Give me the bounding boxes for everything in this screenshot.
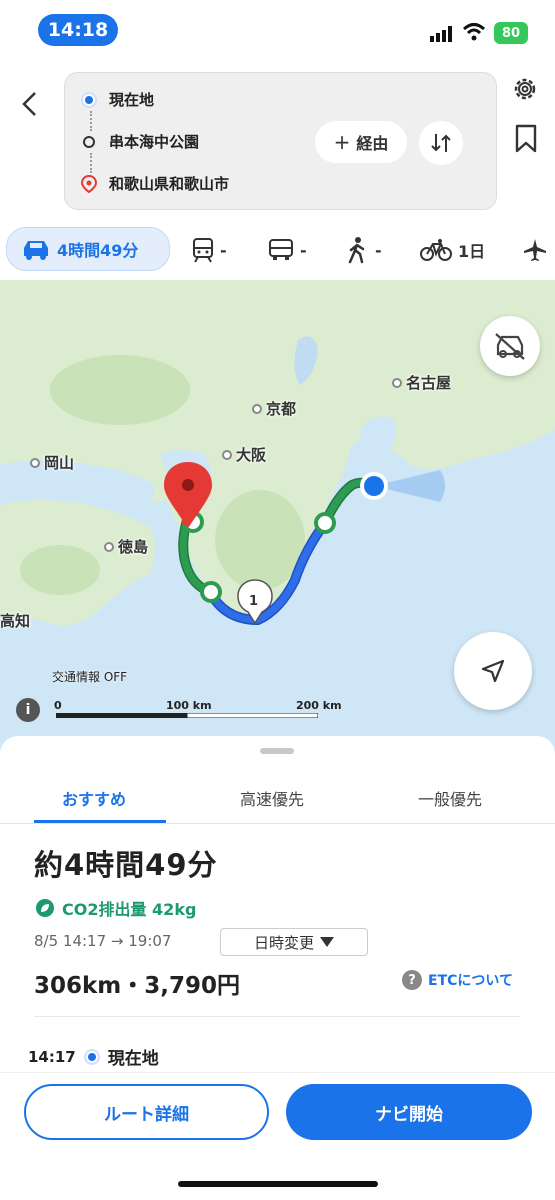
navigation-arrow-icon xyxy=(481,659,505,683)
etc-link-label: ETCについて xyxy=(428,973,513,989)
co2-emission: CO2排出量 42kg xyxy=(36,896,196,920)
scale-label-end: 200 km xyxy=(296,699,342,712)
status-time: 14:18 xyxy=(38,14,118,46)
origin-row[interactable]: 現在地 xyxy=(81,89,154,110)
tab-recommended[interactable]: おすすめ xyxy=(62,786,126,810)
map-label-okayama: 岡山 xyxy=(30,452,74,473)
map-label-nagoya: 名古屋 xyxy=(392,372,451,393)
battery-indicator: 80 xyxy=(494,22,528,44)
mode-walk-tab[interactable]: - xyxy=(345,230,382,270)
swap-icon xyxy=(431,134,451,152)
waypoint-row[interactable]: 串本海中公園 xyxy=(81,131,199,152)
route-marker-label: 1 xyxy=(249,594,259,609)
route-input-panel: 現在地 串本海中公園 和歌山県和歌山市 + 経由 xyxy=(64,72,497,210)
signal-icon xyxy=(430,26,452,42)
change-time-button[interactable]: 日時変更 xyxy=(220,928,368,956)
destination-row[interactable]: 和歌山県和歌山市 xyxy=(81,173,229,194)
current-location-icon xyxy=(81,91,97,108)
mode-bus-tab[interactable]: - xyxy=(268,230,307,270)
mode-flight-tab[interactable] xyxy=(522,230,548,270)
via-label: 経由 xyxy=(356,134,389,153)
route-connector xyxy=(90,111,92,131)
walk-icon xyxy=(348,237,365,264)
start-navigation-button[interactable]: ナビ開始 xyxy=(286,1084,532,1140)
plus-icon: + xyxy=(333,130,351,154)
route-detail-button[interactable]: ルート詳細 xyxy=(24,1084,269,1140)
mode-car-duration: 4時間49分 xyxy=(57,241,139,260)
wifi-icon xyxy=(462,23,486,41)
map-label-osaka: 大阪 xyxy=(222,444,266,465)
divider xyxy=(0,823,555,824)
caret-down-icon xyxy=(320,937,334,947)
tab-local-road-priority[interactable]: 一般優先 xyxy=(418,786,482,810)
add-waypoint-button[interactable]: + 経由 xyxy=(315,121,407,163)
traffic-toggle-button[interactable] xyxy=(480,316,540,376)
home-indicator xyxy=(178,1181,378,1187)
bus-icon xyxy=(269,239,293,260)
waypoint-icon xyxy=(83,135,95,148)
scale-label-mid: 100 km xyxy=(166,699,212,712)
etc-info-link[interactable]: ? ETCについて xyxy=(402,970,513,990)
back-button[interactable] xyxy=(12,84,48,124)
locate-me-button[interactable] xyxy=(454,632,532,710)
info-icon[interactable]: i xyxy=(16,698,40,722)
chevron-left-icon xyxy=(22,92,36,116)
car-off-icon xyxy=(495,333,525,360)
sheet-grabber[interactable] xyxy=(260,748,294,754)
origin-label: 現在地 xyxy=(109,91,155,109)
car-icon xyxy=(24,241,48,260)
scale-label-start: 0 xyxy=(54,699,62,712)
co2-value: CO2排出量 42kg xyxy=(62,900,197,919)
mode-bicycle-duration: 1日 xyxy=(458,242,486,261)
step-time: 14:17 xyxy=(28,1047,76,1066)
waypoint-label: 串本海中公園 xyxy=(109,133,200,151)
destination-pin-icon xyxy=(81,174,97,193)
destination-label: 和歌山県和歌山市 xyxy=(109,175,230,193)
swap-route-button[interactable] xyxy=(419,121,463,165)
bicycle-icon xyxy=(420,239,452,261)
current-location-icon xyxy=(83,1048,100,1065)
mode-bicycle-tab[interactable]: 1日 xyxy=(420,230,485,270)
tab-highway-priority[interactable]: 高速優先 xyxy=(240,786,304,810)
map-scale-bar xyxy=(56,713,318,718)
divider xyxy=(34,1016,520,1017)
mode-car-tab[interactable]: 4時間49分 xyxy=(6,227,170,271)
mode-walk-value: - xyxy=(375,240,382,260)
traffic-status-label: 交通情報 OFF xyxy=(52,670,128,684)
map-label-kyoto: 京都 xyxy=(252,398,296,419)
route-connector xyxy=(90,153,92,173)
question-icon: ? xyxy=(402,970,422,990)
train-icon xyxy=(193,238,213,263)
gear-icon[interactable] xyxy=(510,74,540,104)
mode-bus-value: - xyxy=(300,240,307,260)
step-label: 現在地 xyxy=(107,1049,159,1069)
change-time-label: 日時変更 xyxy=(253,933,314,952)
map-label-tokushima: 徳島 xyxy=(104,536,148,557)
departure-arrival-times: 8/5 14:17 → 19:07 xyxy=(34,932,172,950)
step-row[interactable]: 14:17 現在地 xyxy=(28,1044,159,1070)
mode-train-value: - xyxy=(220,240,227,260)
mode-train-tab[interactable]: - xyxy=(192,230,227,270)
bookmark-icon[interactable] xyxy=(514,124,538,154)
airplane-icon xyxy=(524,239,546,261)
leaf-icon xyxy=(36,899,54,917)
map-label-kochi: 高知 xyxy=(0,612,31,630)
route-duration: 約4時間49分 xyxy=(34,848,218,882)
distance-and-toll: 306km・3,790円 xyxy=(34,973,241,999)
